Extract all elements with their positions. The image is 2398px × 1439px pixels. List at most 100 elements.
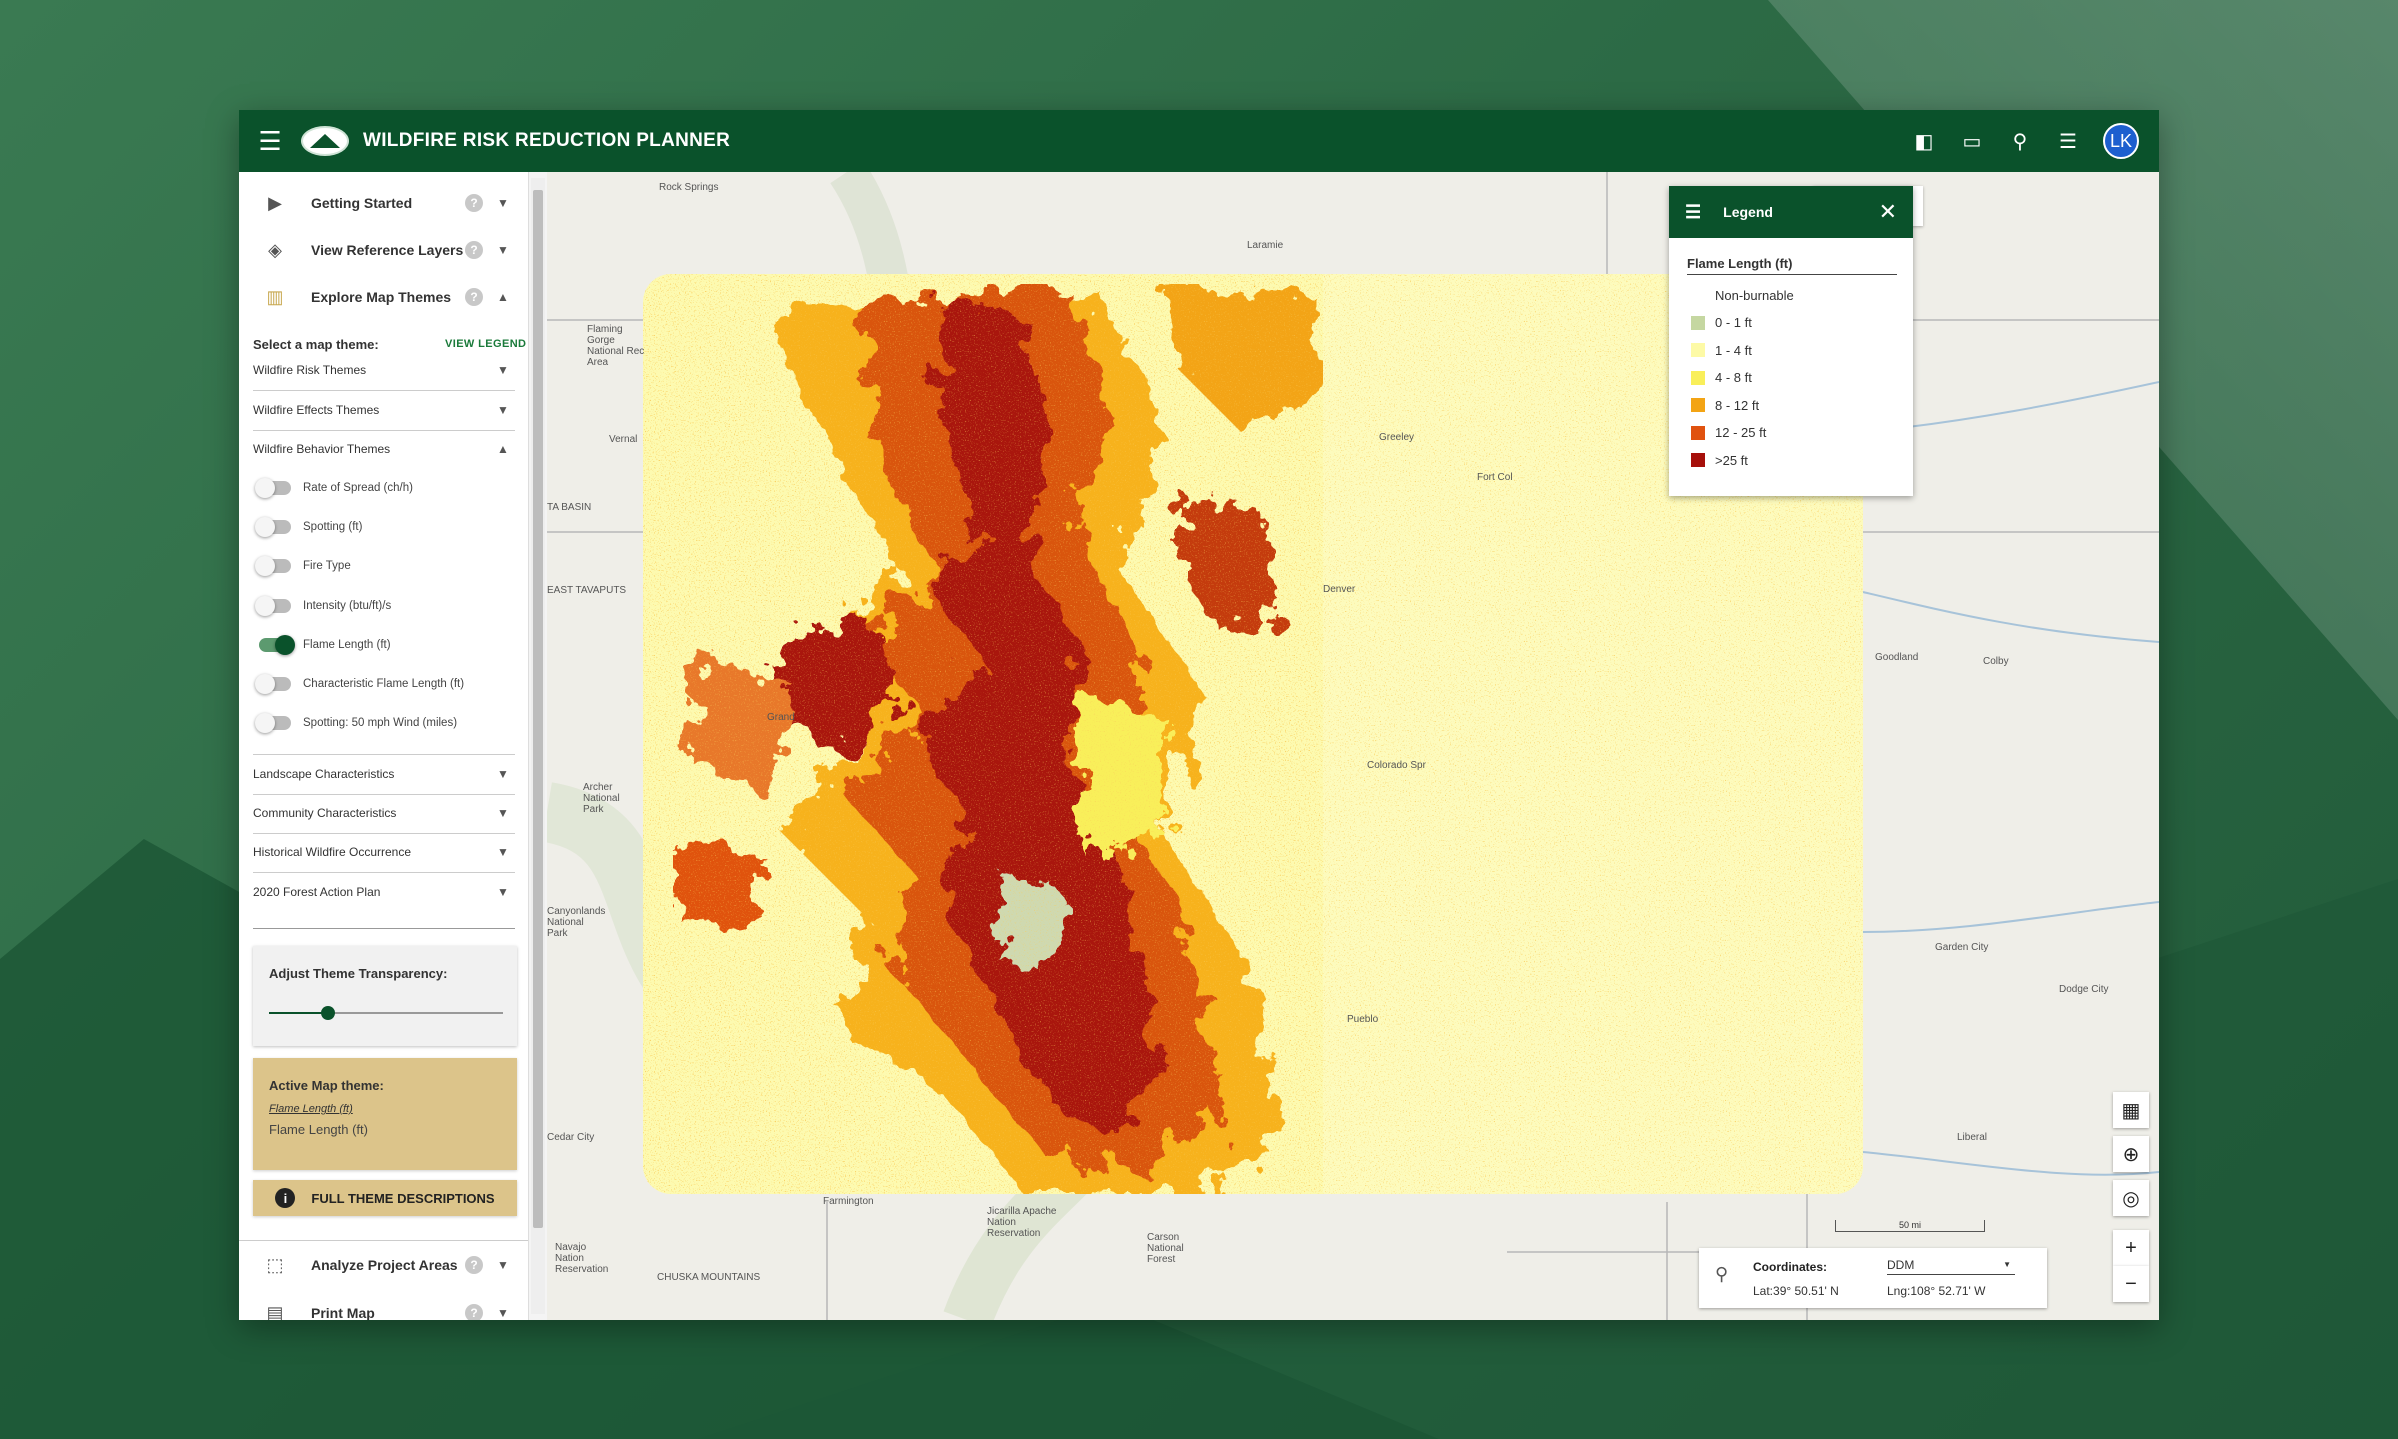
play-icon: ▶ [268, 192, 282, 213]
avatar[interactable]: LK [2103, 123, 2139, 159]
section-print-map[interactable]: ▤ Print Map ? ▼ [239, 1290, 528, 1320]
theme-group-effects[interactable]: Wildfire Effects Themes ▼ [253, 392, 519, 428]
theme-group-landscape[interactable]: Landscape Characteristics ▼ [253, 756, 519, 792]
toggle-switch[interactable] [255, 556, 291, 576]
map-view[interactable]: Rock Springs Laramie Vernal Greeley Fort… [547, 172, 2159, 1320]
toggle-switch[interactable] [255, 596, 291, 616]
legend-label: 12 - 25 ft [1715, 425, 1767, 440]
map-label: Rock Springs [659, 182, 719, 193]
active-theme-label: Active Map theme: [269, 1078, 384, 1093]
section-reference-layers[interactable]: ◈ View Reference Layers ? ▼ [239, 227, 528, 273]
help-icon[interactable]: ? [465, 1256, 483, 1274]
zoom-out-button[interactable]: − [2113, 1266, 2149, 1302]
coordinates-panel: ⚲ Coordinates: DDM ▼ Lat:39° 50.51' N Ln… [1699, 1248, 2047, 1308]
layer-toggle-rate-of-spread[interactable]: Rate of Spread (ch/h) [253, 474, 519, 502]
legend-swatch [1691, 453, 1705, 467]
slider-handle[interactable] [320, 1006, 335, 1020]
top-bar: ☰ WILDFIRE RISK REDUCTION PLANNER ◧ ▭ ⚲ … [239, 110, 2159, 172]
grid-icon: ▦ [2121, 1099, 2141, 1122]
divider [253, 390, 515, 391]
map-label: Laramie [1247, 240, 1284, 251]
map-label: Colby [1983, 656, 2009, 667]
map-label: Vernal [609, 434, 638, 445]
layer-toggle-characteristic-flame-length[interactable]: Characteristic Flame Length (ft) [253, 670, 519, 698]
menu-icon[interactable]: ☰ [239, 110, 301, 172]
toggle-switch[interactable] [255, 517, 291, 537]
map-label: Garden City [1935, 942, 1989, 953]
legend-label: 8 - 12 ft [1715, 397, 1760, 413]
coordinates-label: Coordinates: [1753, 1260, 1828, 1274]
basemap-gallery-button[interactable]: ▦ [2113, 1092, 2149, 1128]
ruler-icon[interactable]: ▭ [1959, 128, 1985, 154]
legend-item: >25 ft [1691, 451, 1748, 469]
map-label: EAST TAVAPUTS [547, 585, 627, 596]
layer-toggle-spotting[interactable]: Spotting (ft) [253, 513, 519, 541]
help-icon[interactable]: ? [465, 194, 483, 212]
section-analyze-project-areas[interactable]: ⬚ Analyze Project Areas ? ▼ [239, 1242, 528, 1288]
legend-label: >25 ft [1715, 452, 1748, 468]
toggle-switch[interactable] [255, 478, 291, 498]
map-label: TA BASIN [547, 502, 592, 513]
map-label: Grand [767, 712, 795, 723]
button-label: FULL THEME DESCRIPTIONS [311, 1190, 495, 1206]
toggle-switch[interactable] [255, 713, 291, 733]
map-label: Greeley [1379, 432, 1415, 443]
legend-swatch [1691, 425, 1705, 440]
layer-label: Characteristic Flame Length (ft) [303, 678, 465, 690]
help-icon[interactable]: ? [465, 288, 483, 306]
globe-button[interactable]: ⊕ [2113, 1136, 2149, 1172]
transparency-slider[interactable] [269, 1006, 503, 1020]
theme-group-historical[interactable]: Historical Wildfire Occurrence ▼ [253, 834, 519, 870]
section-explore-map-themes[interactable]: ▥ Explore Map Themes ? ▲ [239, 274, 528, 320]
layer-toggle-spotting-50mph[interactable]: Spotting: 50 mph Wind (miles) [253, 709, 519, 737]
location-pin-icon[interactable]: ⚲ [2007, 128, 2033, 154]
legend-swatch [1691, 370, 1705, 385]
map-label: Jicarilla Apache Nation Reservation [987, 1206, 1057, 1239]
legend-header-label: Legend [1723, 204, 1773, 220]
chevron-down-icon: ▼ [497, 196, 509, 210]
coordinate-format-select[interactable]: DDM ▼ [1887, 1258, 2015, 1275]
full-theme-descriptions-button[interactable]: i FULL THEME DESCRIPTIONS [253, 1180, 517, 1216]
active-theme-panel: Active Map theme: Flame Length (ft) Flam… [253, 1058, 517, 1170]
list-icon[interactable]: ☰ [2055, 128, 2081, 154]
transparency-label: Adjust Theme Transparency: [269, 966, 448, 981]
close-icon[interactable]: ✕ [1879, 199, 1897, 225]
theme-group-community[interactable]: Community Characteristics ▼ [253, 795, 519, 831]
view-legend-link[interactable]: VIEW LEGEND [445, 338, 526, 350]
theme-group-risk[interactable]: Wildfire Risk Themes ▼ [253, 352, 519, 388]
theme-group-forest-action-plan[interactable]: 2020 Forest Action Plan ▼ [253, 874, 519, 910]
zoom-in-button[interactable]: + [2113, 1230, 2149, 1266]
locate-button[interactable]: ◎ [2113, 1180, 2149, 1216]
chevron-down-icon: ▼ [497, 806, 509, 820]
caret-down-icon: ▼ [2003, 1260, 2011, 1269]
toggle-switch[interactable] [255, 674, 291, 694]
map-label: Archer National Park [583, 782, 620, 815]
latitude-readout: Lat:39° 50.51' N [1753, 1284, 1839, 1298]
legend-title: Flame Length (ft) [1687, 256, 1897, 275]
theme-group-behavior[interactable]: Wildfire Behavior Themes ▲ [253, 431, 519, 467]
chevron-up-icon: ▲ [497, 290, 509, 304]
help-icon[interactable]: ? [465, 1304, 483, 1320]
layer-label: Rate of Spread (ch/h) [303, 482, 413, 494]
layer-toggle-intensity[interactable]: Intensity (btu/ft)/s [253, 592, 519, 620]
theme-group-label: 2020 Forest Action Plan [253, 885, 381, 899]
active-theme-link[interactable]: Flame Length (ft) [269, 1103, 353, 1115]
map-label: Dodge City [2059, 984, 2109, 995]
sidebar-scrollbar[interactable] [531, 178, 545, 1314]
toggle-switch[interactable] [259, 635, 295, 655]
sidebar: ▶ Getting Started ? ▼ ◈ View Reference L… [239, 172, 529, 1320]
layer-label: Fire Type [303, 560, 351, 572]
layer-toggle-flame-length[interactable]: Flame Length (ft) [253, 631, 519, 659]
layer-toggle-fire-type[interactable]: Fire Type [253, 552, 519, 580]
compare-icon[interactable]: ◧ [1911, 128, 1937, 154]
help-icon[interactable]: ? [465, 241, 483, 259]
map-label: Fort Col [1477, 472, 1513, 483]
map-label: Navajo Nation Reservation [555, 1242, 609, 1275]
chevron-down-icon: ▼ [497, 767, 509, 781]
theme-group-label: Wildfire Behavior Themes [253, 442, 391, 456]
divider [239, 1240, 528, 1241]
select-area-icon: ⬚ [266, 1254, 284, 1275]
section-getting-started[interactable]: ▶ Getting Started ? ▼ [239, 180, 528, 226]
divider [253, 754, 515, 755]
minus-icon: − [2125, 1272, 2137, 1295]
